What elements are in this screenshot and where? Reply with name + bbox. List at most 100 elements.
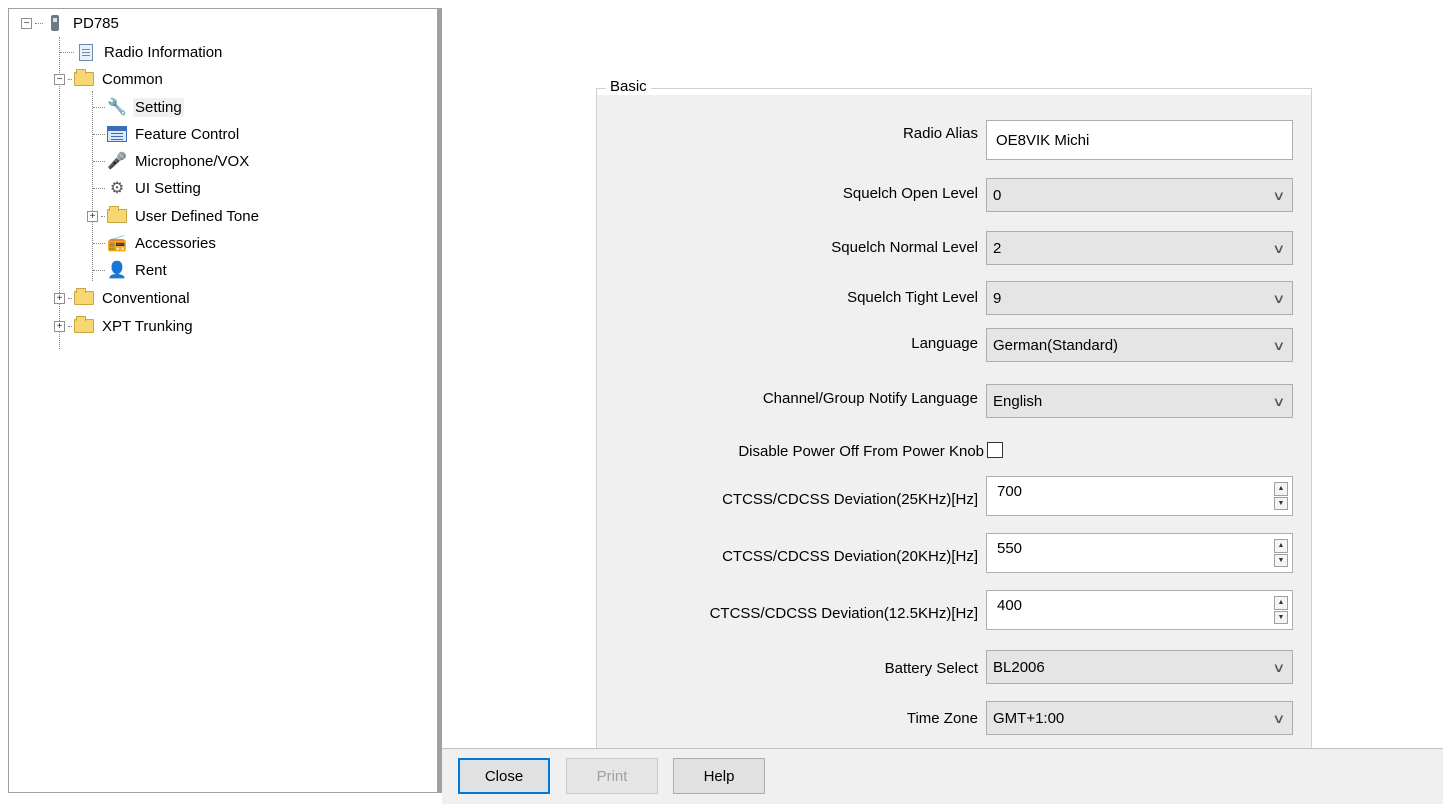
- deviation-25khz-spinner[interactable]: 700 ▲ ▼: [986, 476, 1293, 516]
- collapse-toggle-icon[interactable]: −: [54, 73, 65, 85]
- tree-label: Accessories: [135, 234, 216, 252]
- tree-connector: [93, 106, 105, 108]
- radio-alias-label: Radio Alias: [902, 125, 978, 142]
- microphone-icon: 🎤: [107, 153, 127, 170]
- notify-language-label: Channel/Group Notify Language: [762, 390, 978, 407]
- collapse-toggle-icon[interactable]: −: [21, 17, 32, 29]
- squelch-open-level-label: Squelch Open Level: [842, 185, 978, 202]
- squelch-open-level-select[interactable]: 0 ∨: [986, 178, 1293, 212]
- close-button[interactable]: Close: [458, 758, 550, 794]
- spin-down-icon[interactable]: ▼: [1274, 496, 1288, 510]
- tree-label: Feature Control: [135, 125, 240, 143]
- battery-select-label: Battery Select: [884, 660, 978, 677]
- accessories-icon: 📻: [107, 235, 127, 252]
- tree-label: XPT Trunking: [102, 317, 193, 335]
- selected-value: 0: [993, 186, 1002, 204]
- radio-alias-input[interactable]: [986, 120, 1293, 160]
- tree-connector: [93, 187, 105, 189]
- folder-icon: [74, 316, 94, 335]
- navigation-tree: − PD785 Radio Information − Common 🔧 Set…: [8, 8, 438, 793]
- deviation-12-5khz-spinner[interactable]: 400 ▲ ▼: [986, 590, 1293, 630]
- tree-item-rent[interactable]: 👤 Rent: [93, 258, 169, 282]
- battery-select[interactable]: BL2006 ∨: [986, 650, 1293, 684]
- spin-up-icon[interactable]: ▲: [1274, 482, 1288, 496]
- tree-label: UI Setting: [135, 179, 201, 197]
- tree-connector: [68, 78, 72, 80]
- tree-connector: [93, 269, 105, 271]
- tree-item-setting[interactable]: 🔧 Setting: [93, 95, 184, 119]
- tree-item-xpt-trunking[interactable]: + XPT Trunking: [54, 314, 195, 338]
- squelch-normal-level-select[interactable]: 2 ∨: [986, 231, 1293, 265]
- spin-up-icon[interactable]: ▲: [1274, 596, 1288, 610]
- selected-value: English: [993, 392, 1043, 410]
- time-zone-label: Time Zone: [906, 710, 978, 727]
- chevron-down-icon: ∨: [1272, 394, 1286, 409]
- language-select[interactable]: German(Standard) ∨: [986, 328, 1293, 362]
- chevron-down-icon: ∨: [1272, 338, 1286, 353]
- chevron-down-icon: ∨: [1272, 711, 1286, 726]
- tree-item-radio-information[interactable]: Radio Information: [60, 40, 224, 64]
- spin-down-icon[interactable]: ▼: [1274, 610, 1288, 624]
- language-label: Language: [911, 335, 978, 352]
- squelch-tight-level-label: Squelch Tight Level: [847, 289, 978, 306]
- selected-value: BL2006: [993, 658, 1045, 676]
- selected-value: GMT+1:00: [993, 709, 1065, 727]
- chevron-down-icon: ∨: [1272, 660, 1286, 675]
- time-zone-select[interactable]: GMT+1:00 ∨: [986, 701, 1293, 735]
- document-icon: [76, 43, 96, 61]
- spinner-value: 700: [997, 483, 1023, 500]
- squelch-normal-level-label: Squelch Normal Level: [831, 239, 978, 256]
- tree-label: Radio Information: [104, 43, 223, 61]
- tree-connector: [101, 215, 105, 217]
- notify-language-select[interactable]: English ∨: [986, 384, 1293, 418]
- spinner-value: 550: [997, 540, 1023, 557]
- deviation-20khz-label: CTCSS/CDCSS Deviation(20KHz)[Hz]: [722, 548, 978, 565]
- expand-toggle-icon[interactable]: +: [54, 292, 65, 304]
- spinner-buttons: ▲ ▼: [1274, 596, 1288, 624]
- tree-label: Setting: [133, 97, 184, 117]
- tree-item-microphone-vox[interactable]: 🎤 Microphone/VOX: [93, 149, 251, 173]
- spinner-buttons: ▲ ▼: [1274, 539, 1288, 567]
- tree-item-accessories[interactable]: 📻 Accessories: [93, 231, 218, 255]
- chevron-down-icon: ∨: [1272, 291, 1286, 306]
- disable-power-off-label: Disable Power Off From Power Knob: [738, 443, 984, 460]
- folder-icon: [107, 206, 127, 225]
- spinner-value: 400: [997, 597, 1023, 614]
- tree-connector: [35, 22, 43, 24]
- tree-item-user-defined-tone[interactable]: + User Defined Tone: [87, 204, 261, 228]
- tree-label: PD785: [73, 14, 119, 32]
- tree-connector: [93, 242, 105, 244]
- chevron-down-icon: ∨: [1272, 188, 1286, 203]
- chevron-down-icon: ∨: [1272, 241, 1286, 256]
- deviation-20khz-spinner[interactable]: 550 ▲ ▼: [986, 533, 1293, 573]
- tree-connector: [93, 160, 105, 162]
- spin-up-icon[interactable]: ▲: [1274, 539, 1288, 553]
- list-icon: [107, 125, 127, 143]
- expand-toggle-icon[interactable]: +: [87, 210, 98, 222]
- folder-open-icon: [74, 69, 94, 88]
- squelch-tight-level-select[interactable]: 9 ∨: [986, 281, 1293, 315]
- deviation-12-5khz-label: CTCSS/CDCSS Deviation(12.5KHz)[Hz]: [709, 605, 978, 622]
- selected-value: 2: [993, 239, 1002, 257]
- folder-icon: [74, 288, 94, 307]
- rent-icon: 👤: [107, 262, 127, 279]
- selected-value: 9: [993, 289, 1002, 307]
- expand-toggle-icon[interactable]: +: [54, 320, 65, 332]
- wrench-icon: 🔧: [107, 99, 127, 116]
- tree-root-pd785[interactable]: − PD785: [21, 11, 121, 35]
- print-button[interactable]: Print: [566, 758, 658, 794]
- disable-power-off-checkbox[interactable]: [987, 442, 1003, 458]
- spinner-buttons: ▲ ▼: [1274, 482, 1288, 510]
- radio-device-icon: [45, 14, 65, 32]
- ui-settings-icon: ⚙: [109, 180, 125, 197]
- tree-label: Microphone/VOX: [135, 152, 250, 170]
- tree-item-ui-setting[interactable]: ⚙ UI Setting: [93, 176, 203, 200]
- spin-down-icon[interactable]: ▼: [1274, 553, 1288, 567]
- help-button[interactable]: Help: [673, 758, 765, 794]
- tree-label: Conventional: [102, 289, 190, 307]
- tree-item-common[interactable]: − Common: [54, 67, 165, 91]
- tree-item-feature-control[interactable]: Feature Control: [93, 122, 241, 146]
- tree-label: Common: [102, 70, 163, 88]
- tree-connector: [68, 297, 72, 299]
- tree-item-conventional[interactable]: + Conventional: [54, 286, 192, 310]
